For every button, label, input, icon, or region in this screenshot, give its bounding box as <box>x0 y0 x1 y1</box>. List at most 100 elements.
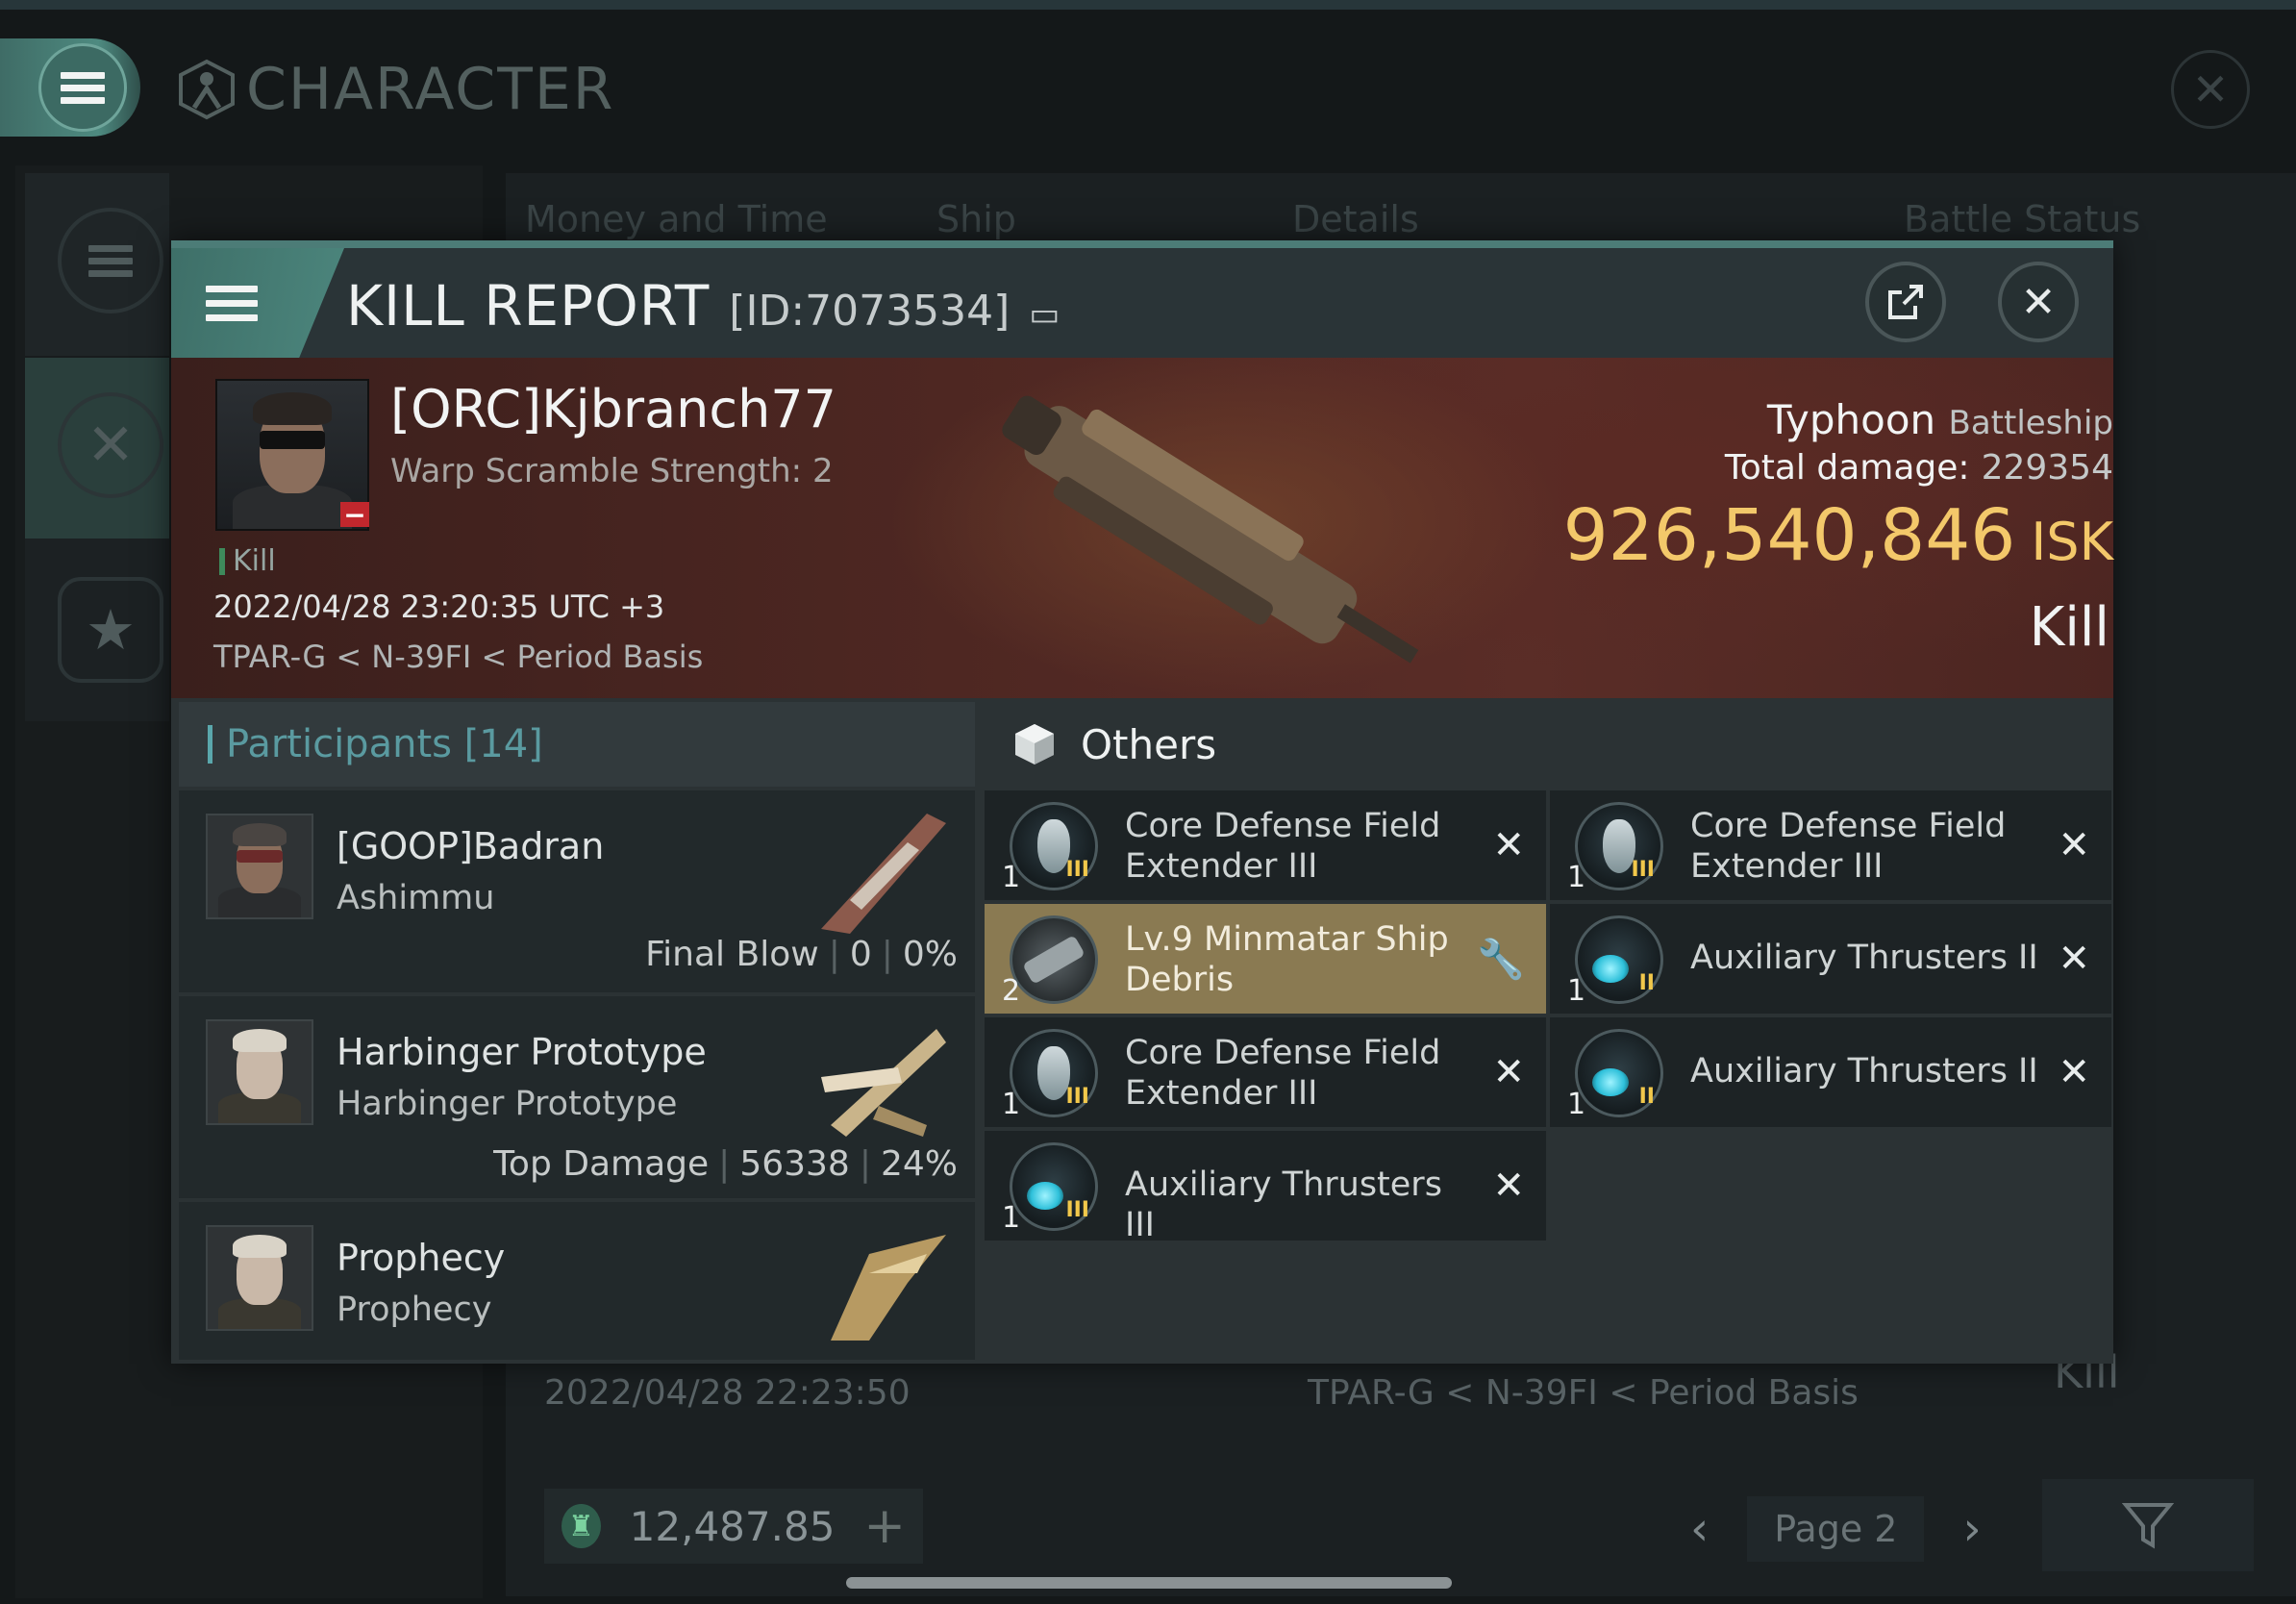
modal-close-button[interactable]: ✕ <box>1998 262 2079 342</box>
window-title: CHARACTER <box>175 56 614 123</box>
cargo-cube-icon <box>1015 724 1054 764</box>
victim-ship-name[interactable]: Typhoon <box>1767 396 1935 443</box>
item-name: Core Defense Field Extender III <box>1125 807 1441 886</box>
shield-rig-icon: III <box>1010 802 1098 890</box>
participant-ship-image <box>821 814 946 934</box>
participant-avatar <box>206 1225 313 1331</box>
item-row-aux-thrusters[interactable]: III 1 Auxiliary Thrusters III ✕ <box>985 1131 1546 1244</box>
home-indicator <box>846 1577 1452 1589</box>
shield-rig-icon: III <box>1575 802 1663 890</box>
stat-label: Top Damage <box>493 1144 710 1184</box>
close-icon: ✕ <box>2191 63 2230 115</box>
menu-icon <box>38 43 127 132</box>
filter-icon <box>2122 1503 2174 1549</box>
participant-avatar <box>206 1019 313 1125</box>
stat-damage: 0 <box>849 935 872 974</box>
participant-name: [GOOP]Badran <box>337 825 605 867</box>
item-name: Auxiliary Thrusters II <box>1690 1052 2038 1090</box>
isk-unit: ISK <box>2031 512 2113 572</box>
plex-icon: ♜ <box>562 1504 601 1548</box>
rail-tab-medals[interactable]: ★ <box>25 539 169 721</box>
character-icon <box>179 59 235 120</box>
destroyed-icon: ✕ <box>1492 823 1525 867</box>
tab-money-time[interactable]: Money and Time <box>525 198 828 240</box>
isk-value: 926,540,846 ISK <box>1563 494 2113 577</box>
tab-battle-status[interactable]: Battle Status <box>1904 198 2140 240</box>
participant-ship-image <box>831 1235 946 1341</box>
item-name: Core Defense Field Extender III <box>1690 807 2007 886</box>
kill-result: Kill <box>2029 596 2109 659</box>
main-menu-button[interactable] <box>0 38 140 137</box>
participant-row[interactable]: Prophecy Prophecy <box>179 1202 975 1360</box>
item-name: Lv.9 Minmatar Ship Debris <box>1125 920 1449 999</box>
stat-label: Final Blow <box>645 935 819 974</box>
participant-avatar <box>206 814 313 919</box>
participant-stats: Final Blow | 0 | 0% <box>645 935 958 974</box>
star-icon: ★ <box>58 577 163 683</box>
participants-title: Participants [14] <box>226 722 543 766</box>
wallet-balance: ♜ 12,487.85 + <box>544 1489 923 1564</box>
item-row-aux-thrusters[interactable]: II 1 Auxiliary Thrusters II ✕ <box>1550 1017 2111 1127</box>
participant-row[interactable]: [GOOP]Badran Ashimmu Final Blow | 0 | 0% <box>179 790 975 992</box>
window-title-text: CHARACTER <box>246 56 615 123</box>
participant-name: Prophecy <box>337 1237 506 1279</box>
victim-ship-image <box>1002 395 1419 664</box>
item-quantity: 1 <box>1567 974 1586 1008</box>
rail-tab-combat[interactable]: ✕ <box>25 358 169 539</box>
copy-icon[interactable]: ▭ <box>1029 268 1060 361</box>
modal-title: KILL REPORT [ID:7073534] ▭ <box>346 260 1060 352</box>
item-quantity: 1 <box>1002 1088 1021 1121</box>
filter-button[interactable] <box>2042 1479 2254 1571</box>
item-row-core-defense[interactable]: III 1 Core Defense Field Extender III ✕ <box>985 1017 1546 1127</box>
destroyed-icon: ✕ <box>2058 823 2090 867</box>
shield-rig-icon: III <box>1010 1029 1098 1117</box>
item-row-ship-debris[interactable]: 2 Lv.9 Minmatar Ship Debris 🔧 <box>985 904 1546 1014</box>
participant-row[interactable]: Harbinger Prototype Harbinger Prototype … <box>179 996 975 1198</box>
menu-icon <box>206 278 258 329</box>
item-quantity: 1 <box>1002 1201 1021 1235</box>
destroyed-icon: ✕ <box>1492 1164 1525 1208</box>
share-button[interactable] <box>1865 262 1946 342</box>
kill-location[interactable]: TPAR-G < N-39FI < Period Basis <box>213 639 703 675</box>
stat-percent: 24% <box>880 1144 958 1184</box>
tab-details[interactable]: Details <box>1292 198 1419 240</box>
item-quantity: 2 <box>1002 974 1021 1008</box>
rail-tab-list[interactable] <box>25 173 169 356</box>
top-strip <box>0 0 2296 10</box>
kill-tag-label: Kill <box>233 544 276 578</box>
item-row-core-defense[interactable]: III 1 Core Defense Field Extender III ✕ <box>1550 790 2111 900</box>
victim-ship-class: Battleship <box>1948 404 2113 442</box>
share-icon <box>1888 285 1923 319</box>
stat-damage: 56338 <box>739 1144 850 1184</box>
bg-row-date: 2022/04/28 22:23:50 <box>544 1373 911 1413</box>
tab-ship[interactable]: Ship <box>936 198 1016 240</box>
item-quantity: 1 <box>1567 1088 1586 1121</box>
participants-marker <box>208 725 212 764</box>
participants-header[interactable]: Participants [14] <box>179 702 975 787</box>
window-close-button[interactable]: ✕ <box>2171 50 2250 129</box>
item-name: Auxiliary Thrusters II <box>1690 939 2038 977</box>
kill-tag: Kill <box>219 544 276 578</box>
close-icon: ✕ <box>2020 277 2057 327</box>
destroyed-icon: ✕ <box>2058 937 2090 981</box>
item-row-core-defense[interactable]: III 1 Core Defense Field Extender III ✕ <box>985 790 1546 900</box>
wallet-amount: 12,487.85 <box>629 1502 836 1550</box>
victim-pilot-name[interactable]: [ORC]Kjbranch77 <box>390 379 836 439</box>
item-quantity: 1 <box>1567 861 1586 894</box>
participant-ship: Harbinger Prototype <box>337 1085 678 1123</box>
item-name: Core Defense Field Extender III <box>1125 1034 1441 1113</box>
ship-debris-icon <box>1010 915 1098 1004</box>
add-funds-button[interactable]: + <box>863 1497 906 1555</box>
item-quantity: 1 <box>1002 861 1021 894</box>
thruster-rig-icon: III <box>1010 1142 1098 1231</box>
page-indicator[interactable]: Page 2 <box>1747 1496 1925 1562</box>
participant-ship: Prophecy <box>337 1291 492 1329</box>
participant-ship: Ashimmu <box>337 879 495 917</box>
item-row-aux-thrusters[interactable]: II 1 Auxiliary Thrusters II ✕ <box>1550 904 2111 1014</box>
chevron-left-icon[interactable]: ‹ <box>1690 1502 1709 1556</box>
chevron-right-icon[interactable]: › <box>1962 1502 1981 1556</box>
victim-ship: Typhoon Battleship <box>1767 396 2113 443</box>
crossed-swords-icon: ✕ <box>58 392 163 498</box>
participant-name: Harbinger Prototype <box>337 1031 707 1073</box>
wrench-icon: 🔧 <box>1477 938 1525 982</box>
